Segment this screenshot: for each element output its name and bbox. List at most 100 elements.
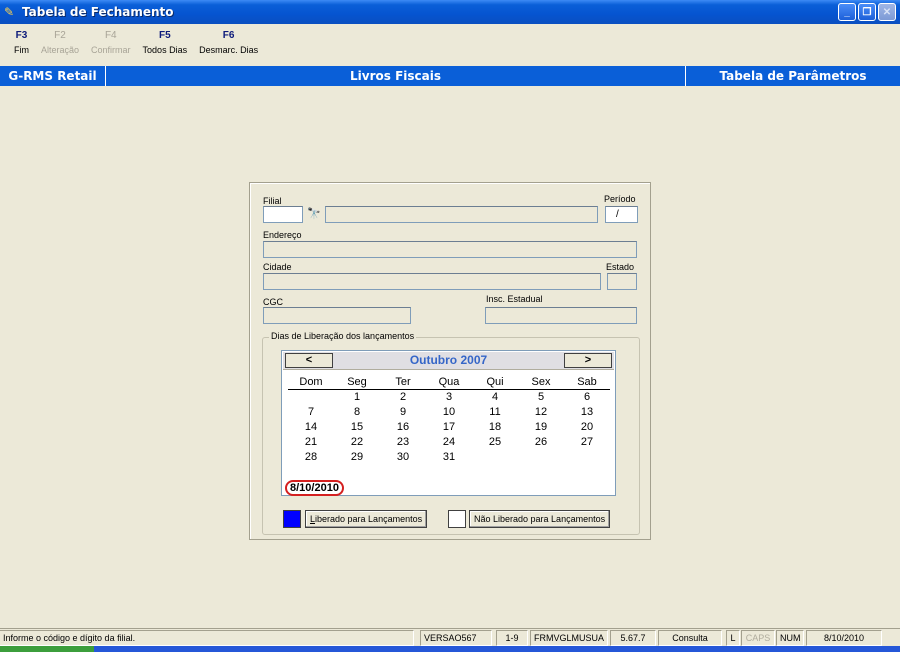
confirmar-key: F4 [104,30,117,41]
status-build: 5.67.7 [610,630,656,646]
todos-dias-button[interactable]: F5 Todos Dias [137,24,194,66]
weekday-label: Sab [564,375,610,390]
function-key-toolbar: F3 Fim F2 Alteração F4 Confirmar F5 Todo… [0,24,900,66]
nao-liberado-color-swatch [448,510,466,528]
cgc-label: CGC [263,297,283,307]
weekday-label: Sex [518,375,564,390]
day-cell[interactable]: 13 [564,405,610,420]
app-icon: ✎ [4,5,15,19]
header-screen-name: Tabela de Parâmetros [719,69,867,83]
day-cell[interactable]: 26 [518,435,564,450]
day-cell[interactable] [518,450,564,465]
calendar-month-title: Outubro 2007 [409,353,488,367]
day-cell[interactable]: 27 [564,435,610,450]
day-cell[interactable]: 30 [380,450,426,465]
window-title: Tabela de Fechamento [22,5,174,19]
form-panel: Filial 🔭 Período / Endereço Cidade Estad… [249,182,651,540]
alteracao-button[interactable]: F2 Alteração [35,24,85,66]
day-cell[interactable]: 8 [334,405,380,420]
day-cell[interactable]: 31 [426,450,472,465]
start-button[interactable] [0,646,94,652]
day-cell[interactable]: 19 [518,420,564,435]
close-button[interactable]: ✕ [878,3,896,21]
day-cell[interactable]: 29 [334,450,380,465]
fim-label: Fim [14,45,29,55]
insc-estadual-field [485,307,637,324]
day-cell[interactable]: 2 [380,390,426,405]
alteracao-label: Alteração [41,45,80,55]
confirmar-button[interactable]: F4 Confirmar [85,24,137,66]
weekday-label: Seg [334,375,380,390]
fim-button[interactable]: F3 Fim [8,24,35,66]
liberado-button[interactable]: Liberado para Lançamentos [305,510,428,528]
day-cell[interactable]: 23 [380,435,426,450]
header-module-name: Livros Fiscais [106,66,686,86]
desmarc-dias-label: Desmarc. Dias [199,45,259,55]
day-cell[interactable]: 7 [288,405,334,420]
day-cell[interactable]: 22 [334,435,380,450]
endereco-field [263,241,637,258]
search-binoculars-icon[interactable]: 🔭 [307,207,321,220]
estado-label: Estado [606,262,635,272]
day-cell[interactable] [564,450,610,465]
window-controls: _ ❐ ✕ [838,3,896,21]
day-cell[interactable]: 14 [288,420,334,435]
week-row: 1 2 3 4 5 6 [288,390,610,405]
day-cell[interactable]: 4 [472,390,518,405]
restore-button[interactable]: ❐ [858,3,876,21]
day-cell[interactable]: 21 [288,435,334,450]
status-message: Informe o código e dígito da filial. [0,630,414,646]
weekday-label: Ter [380,375,426,390]
day-cell[interactable]: 24 [426,435,472,450]
day-cell[interactable]: 1 [334,390,380,405]
day-cell[interactable] [288,390,334,405]
day-cell[interactable]: 20 [564,420,610,435]
status-l: L [726,630,740,646]
day-cell[interactable]: 12 [518,405,564,420]
next-month-button[interactable]: > [564,353,612,368]
day-cell[interactable]: 18 [472,420,518,435]
dias-liberacao-group: Dias de Liberação dos lançamentos < Outu… [262,331,640,535]
cidade-label: Cidade [263,262,292,272]
calendar-grid: Dom Seg Ter Qua Qui Sex Sab 1 2 3 4 5 6 [288,375,610,465]
month-calendar[interactable]: < Outubro 2007 > Dom Seg Ter Qua Qui Sex… [281,350,616,496]
header-app-name: G-RMS Retail [0,66,106,86]
day-cell[interactable] [472,450,518,465]
nao-liberado-button[interactable]: Não Liberado para Lançamentos [469,510,611,528]
desmarc-dias-button[interactable]: F6 Desmarc. Dias [193,24,264,66]
day-cell[interactable]: 9 [380,405,426,420]
day-cell[interactable]: 25 [472,435,518,450]
status-caps: CAPS [741,630,775,646]
day-cell[interactable]: 28 [288,450,334,465]
minimize-button[interactable]: _ [838,3,856,21]
filial-input[interactable] [263,206,303,223]
liberado-color-swatch [283,510,301,528]
weekday-label: Qua [426,375,472,390]
desmarc-dias-key: F6 [222,30,235,41]
day-cell[interactable]: 17 [426,420,472,435]
today-date-link[interactable]: 8/10/2010 [285,480,344,496]
day-cell[interactable]: 6 [564,390,610,405]
day-cell[interactable]: 16 [380,420,426,435]
weekday-row: Dom Seg Ter Qua Qui Sex Sab [288,375,610,390]
cgc-field [263,307,411,324]
day-cell[interactable]: 11 [472,405,518,420]
periodo-input[interactable]: / [605,206,638,223]
cidade-field [263,273,601,290]
title-bar: ✎ Tabela de Fechamento _ ❐ ✕ [0,0,900,24]
liberado-label: iberado para Lançamentos [315,514,423,524]
week-row: 28 29 30 31 [288,450,610,465]
day-cell[interactable]: 10 [426,405,472,420]
dias-liberacao-legend: Dias de Liberação dos lançamentos [269,331,417,341]
weekday-label: Qui [472,375,518,390]
day-cell[interactable]: 3 [426,390,472,405]
module-header: G-RMS Retail Livros Fiscais Tabela de Pa… [0,66,900,86]
todos-dias-key: F5 [158,30,171,41]
status-date: 8/10/2010 [806,630,882,646]
day-cell[interactable]: 15 [334,420,380,435]
filial-label: Filial [263,196,282,206]
week-row: 14 15 16 17 18 19 20 [288,420,610,435]
day-cell[interactable]: 5 [518,390,564,405]
status-num: NUM [776,630,804,646]
prev-month-button[interactable]: < [285,353,333,368]
